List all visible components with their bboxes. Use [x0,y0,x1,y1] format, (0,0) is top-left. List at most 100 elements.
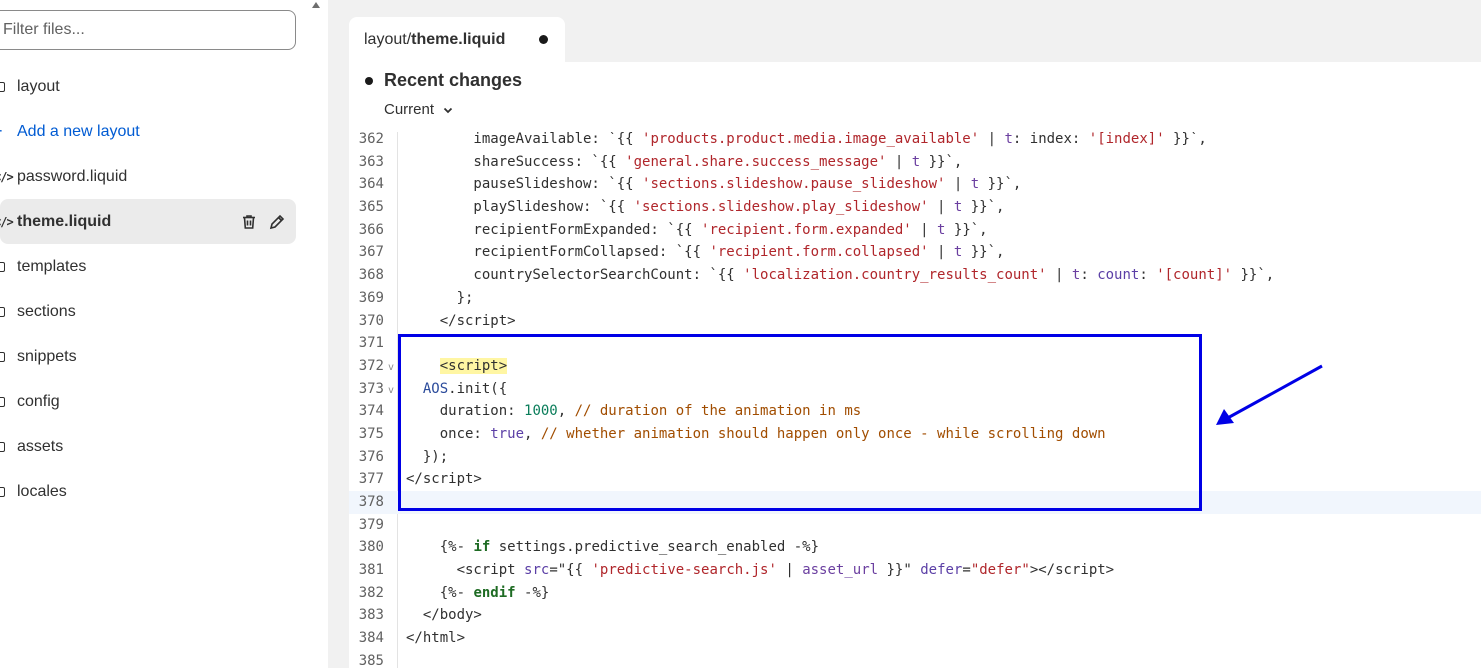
code-line: 381 <script src="{{ 'predictive-search.j… [349,559,1481,582]
tree-item-label: sections [17,302,76,320]
line-number: 367 [358,244,384,261]
folder-icon [0,485,10,499]
tab-theme-liquid[interactable]: layout/theme.liquid [349,17,565,62]
line-number: 375 [358,425,384,442]
code-line: 380 {%- if settings.predictive_search_en… [349,536,1481,559]
current-code-line: 378 [349,491,1481,514]
folder-templates[interactable]: templates [0,244,296,289]
tree-item-label: locales [17,482,67,500]
unsaved-dot-icon [539,35,548,44]
line-number: 364 [358,176,384,193]
folder-icon [0,305,10,319]
file-theme-liquid[interactable]: </> theme.liquid [0,199,296,244]
code-line: 376 }); [349,446,1481,469]
folder-locales[interactable]: locales [0,469,296,514]
content-panel: Recent changes Current 362 imageAvailabl… [349,62,1481,668]
line-number: 365 [358,199,384,216]
line-number: 378 [358,494,384,510]
tree-item-label: password.liquid [17,167,128,185]
line-number: 372 [358,357,384,374]
tree-item-label: layout [17,77,60,95]
tab-file-name: theme.liquid [411,30,506,48]
line-number: 380 [358,539,384,556]
scroll-up-arrow-icon[interactable] [312,2,320,8]
code-line: 369 }; [349,287,1481,310]
line-number: 384 [358,630,384,647]
tree-item-label: config [17,392,60,410]
code-line: 366 recipientFormExpanded: `{{ 'recipien… [349,219,1481,242]
code-line: 363 shareSuccess: `{{ 'general.share.suc… [349,151,1481,174]
trash-icon[interactable] [240,213,258,231]
editor-pane: layout/theme.liquid Recent changes Curre… [328,0,1481,668]
code-file-icon: </> [0,169,14,184]
folder-icon [0,440,10,454]
code-line: 371 [349,332,1481,355]
line-number: 385 [358,652,384,668]
folder-layout[interactable]: layout [0,64,296,109]
add-new-layout-link[interactable]: + Add a new layout [0,109,296,154]
line-number: 362 [358,132,384,147]
version-select[interactable]: Current [384,101,454,118]
tab-bar: layout/theme.liquid [328,0,1481,62]
tree-item-label: snippets [17,347,77,365]
line-number: 368 [358,267,384,284]
fold-chevron-icon[interactable]: v [388,380,394,403]
pencil-icon[interactable] [268,213,286,231]
folder-config[interactable]: config [0,379,296,424]
code-line: 372 v <script> [349,355,1481,378]
line-number: 383 [358,607,384,624]
code-line: 368 countrySelectorSearchCount: `{{ 'loc… [349,264,1481,287]
filter-files-input[interactable] [0,10,296,50]
tree-item-label: Add a new layout [17,122,140,140]
code-line: 374 duration: 1000, // duration of the a… [349,400,1481,423]
plus-icon: + [0,121,10,141]
folder-sections[interactable]: sections [0,289,296,334]
code-file-icon: </> [0,214,14,229]
line-number: 370 [358,312,384,329]
line-number: 369 [358,289,384,306]
folder-icon [0,80,10,94]
folder-icon [0,260,10,274]
file-password-liquid[interactable]: </> password.liquid [0,154,296,199]
line-number: 373 [358,380,384,397]
code-line: 370 </script> [349,310,1481,333]
folder-snippets[interactable]: snippets [0,334,296,379]
file-tree: layout + Add a new layout </> password.l… [0,64,296,514]
file-row-actions [240,199,286,244]
code-line: 377 </script> [349,468,1481,491]
recent-changes-title: Recent changes [384,70,523,90]
line-number: 377 [358,471,384,488]
line-number: 382 [358,584,384,601]
tree-item-label: theme.liquid [17,212,112,230]
code-editor[interactable]: 362 imageAvailable: `{{ 'products.produc… [349,132,1481,668]
line-number: 371 [358,335,384,352]
code-line: 384 </html> [349,627,1481,650]
code-line: 375 once: true, // whether animation sho… [349,423,1481,446]
line-number: 379 [358,516,384,533]
version-select-label: Current [384,101,435,118]
folder-icon [0,395,10,409]
folder-icon [0,350,10,364]
fold-chevron-icon[interactable]: v [388,357,394,380]
line-number: 381 [358,562,384,579]
line-number: 363 [358,153,384,170]
tree-item-label: assets [17,437,64,455]
line-number: 376 [358,448,384,465]
code-line: 367 recipientFormCollapsed: `{{ 'recipie… [349,241,1481,264]
code-line: 365 playSlideshow: `{{ 'sections.slidesh… [349,196,1481,219]
line-number: 366 [358,221,384,238]
file-sidebar: layout + Add a new layout </> password.l… [0,0,328,668]
status-dot-icon [365,77,373,85]
tree-item-label: templates [17,257,87,275]
recent-changes-header: Recent changes Current [349,62,1481,132]
code-line: 383 </body> [349,604,1481,627]
code-lines: 362 imageAvailable: `{{ 'products.produc… [349,132,1481,668]
code-line: 379 [349,514,1481,537]
folder-assets[interactable]: assets [0,424,296,469]
code-line: 373 v AOS.init({ [349,378,1481,401]
chevron-down-icon [442,104,454,116]
line-number: 374 [358,403,384,420]
code-line: 382 {%- endif -%} [349,582,1481,605]
code-line: 385 [349,650,1481,668]
tab-path-prefix: layout/ [364,30,412,48]
